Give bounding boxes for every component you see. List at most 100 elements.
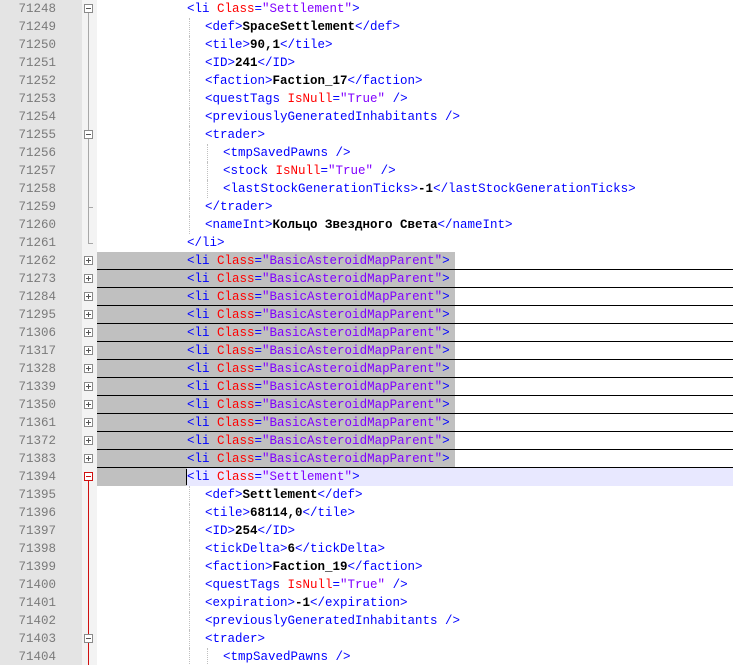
code-line[interactable]: 71256 <tmpSavedPawns /> bbox=[0, 144, 733, 162]
fold-expand-icon[interactable] bbox=[84, 274, 93, 283]
code-text: <previouslyGeneratedInhabitants /> bbox=[205, 108, 460, 126]
code-token: Class bbox=[217, 362, 255, 376]
code-line[interactable]: 71250 <tile>90,1</tile> bbox=[0, 36, 733, 54]
code-line[interactable]: 71259 </trader> bbox=[0, 198, 733, 216]
code-line[interactable]: 71284 <li Class="BasicAsteroidMapParent"> bbox=[0, 288, 733, 306]
code-token: <li bbox=[187, 2, 218, 16]
code-line[interactable]: 71260 <nameInt>Кольцо Звездного Света</na… bbox=[0, 216, 733, 234]
code-line[interactable]: 71328 <li Class="BasicAsteroidMapParent"> bbox=[0, 360, 733, 378]
code-line[interactable]: 71397 <ID>254</ID> bbox=[0, 522, 733, 540]
line-number-gutter: 71402 bbox=[0, 612, 82, 630]
code-line[interactable]: 71372 <li Class="BasicAsteroidMapParent"> bbox=[0, 432, 733, 450]
code-line[interactable]: 71383 <li Class="BasicAsteroidMapParent"> bbox=[0, 450, 733, 468]
code-token: <trader> bbox=[205, 632, 266, 646]
code-line[interactable]: 71401 <expiration>-1</expiration> bbox=[0, 594, 733, 612]
fold-margin bbox=[82, 72, 97, 90]
code-line[interactable]: 71402 <previouslyGeneratedInhabitants /> bbox=[0, 612, 733, 630]
line-number-gutter: 71254 bbox=[0, 108, 82, 126]
code-line[interactable]: 71394 <li Class="Settlement"> bbox=[0, 468, 733, 486]
code-token: = bbox=[254, 362, 263, 376]
fold-expand-icon[interactable] bbox=[84, 328, 93, 337]
indent-guide bbox=[207, 162, 208, 180]
code-token: Class bbox=[217, 344, 255, 358]
code-token: <ID> bbox=[205, 56, 236, 70]
fold-collapse-icon[interactable] bbox=[84, 634, 93, 643]
code-token: > bbox=[442, 398, 450, 412]
line-number-gutter: 71260 bbox=[0, 216, 82, 234]
fold-expand-icon[interactable] bbox=[84, 310, 93, 319]
code-token: 68114,0 bbox=[250, 506, 303, 520]
code-token: "Settlement" bbox=[262, 470, 353, 484]
code-line[interactable]: 71339 <li Class="BasicAsteroidMapParent"> bbox=[0, 378, 733, 396]
line-number: 71256 bbox=[18, 146, 56, 160]
code-text: <faction>Faction_17</faction> bbox=[205, 72, 423, 90]
code-token: = bbox=[320, 164, 329, 178]
fold-collapse-icon[interactable] bbox=[84, 472, 93, 481]
code-token: Class bbox=[217, 416, 255, 430]
code-line[interactable]: 71255 <trader> bbox=[0, 126, 733, 144]
line-number-gutter: 71397 bbox=[0, 522, 82, 540]
code-line[interactable]: 71252 <faction>Faction_17</faction> bbox=[0, 72, 733, 90]
code-line[interactable]: 71295 <li Class="BasicAsteroidMapParent"> bbox=[0, 306, 733, 324]
code-line[interactable]: 71251 <ID>241</ID> bbox=[0, 54, 733, 72]
code-token: > bbox=[352, 2, 360, 16]
code-line[interactable]: 71403 <trader> bbox=[0, 630, 733, 648]
fold-connector-line bbox=[88, 643, 89, 665]
code-token: <li bbox=[187, 416, 218, 430]
code-line[interactable]: 71400 <questTags IsNull="True" /> bbox=[0, 576, 733, 594]
folded-block-highlight bbox=[97, 288, 187, 306]
code-editor[interactable]: 71248 <li Class="Settlement"> 71249 <def>Sp… bbox=[0, 0, 733, 665]
code-line[interactable]: 71254 <previouslyGeneratedInhabitants /> bbox=[0, 108, 733, 126]
code-line[interactable]: 71398 <tickDelta>6</tickDelta> bbox=[0, 540, 733, 558]
fold-margin bbox=[82, 576, 97, 594]
code-line[interactable]: 71262 <li Class="BasicAsteroidMapParent"> bbox=[0, 252, 733, 270]
fold-expand-icon[interactable] bbox=[84, 400, 93, 409]
code-line[interactable]: 71399 <faction>Faction_19</faction> bbox=[0, 558, 733, 576]
code-line[interactable]: 71361 <li Class="BasicAsteroidMapParent"> bbox=[0, 414, 733, 432]
line-number: 71255 bbox=[18, 128, 56, 142]
code-line[interactable]: 71261 </li> bbox=[0, 234, 733, 252]
indent-guide bbox=[189, 630, 190, 648]
line-number-gutter: 71257 bbox=[0, 162, 82, 180]
code-token: "BasicAsteroidMapParent" bbox=[262, 416, 443, 430]
fold-expand-icon[interactable] bbox=[84, 364, 93, 373]
fold-expand-icon[interactable] bbox=[84, 418, 93, 427]
fold-expand-icon[interactable] bbox=[84, 346, 93, 355]
line-number: 71295 bbox=[18, 308, 56, 322]
code-line[interactable]: 71249 <def>SpaceSettlement</def> bbox=[0, 18, 733, 36]
code-line[interactable]: 71317 <li Class="BasicAsteroidMapParent"> bbox=[0, 342, 733, 360]
code-line[interactable]: 71395 <def>Settlement</def> bbox=[0, 486, 733, 504]
code-line[interactable]: 71350 <li Class="BasicAsteroidMapParent"> bbox=[0, 396, 733, 414]
code-text: <tile>90,1</tile> bbox=[205, 36, 333, 54]
code-token: > bbox=[442, 272, 450, 286]
fold-margin bbox=[82, 540, 97, 558]
code-token: </ID> bbox=[257, 524, 296, 538]
indent-guide bbox=[189, 198, 190, 216]
code-token: Class bbox=[217, 434, 255, 448]
fold-expand-icon[interactable] bbox=[84, 382, 93, 391]
code-line[interactable]: 71273 <li Class="BasicAsteroidMapParent"> bbox=[0, 270, 733, 288]
fold-collapse-icon[interactable] bbox=[84, 130, 93, 139]
code-line[interactable]: 71248 <li Class="Settlement"> bbox=[0, 0, 733, 18]
line-number: 71261 bbox=[18, 236, 56, 250]
code-token: </tile> bbox=[280, 38, 333, 52]
fold-expand-icon[interactable] bbox=[84, 256, 93, 265]
fold-expand-icon[interactable] bbox=[84, 292, 93, 301]
code-line[interactable]: 71396 <tile>68114,0</tile> bbox=[0, 504, 733, 522]
code-line[interactable]: 71306 <li Class="BasicAsteroidMapParent"> bbox=[0, 324, 733, 342]
line-number: 71248 bbox=[18, 2, 56, 16]
code-token: <li bbox=[187, 326, 218, 340]
folded-block-highlight bbox=[97, 432, 187, 450]
fold-expand-icon[interactable] bbox=[84, 454, 93, 463]
fold-collapse-icon[interactable] bbox=[84, 4, 93, 13]
line-number-gutter: 71262 bbox=[0, 252, 82, 270]
line-number: 71252 bbox=[18, 74, 56, 88]
indent-guide bbox=[189, 72, 190, 90]
code-line[interactable]: 71258 <lastStockGenerationTicks>-1</lastS… bbox=[0, 180, 733, 198]
code-line[interactable]: 71257 <stock IsNull="True" /> bbox=[0, 162, 733, 180]
code-text: <li Class="BasicAsteroidMapParent"> bbox=[187, 270, 450, 288]
fold-expand-icon[interactable] bbox=[84, 436, 93, 445]
code-line[interactable]: 71404 <tmpSavedPawns /> bbox=[0, 648, 733, 665]
code-line[interactable]: 71253 <questTags IsNull="True" /> bbox=[0, 90, 733, 108]
code-token: <nameInt> bbox=[205, 218, 273, 232]
